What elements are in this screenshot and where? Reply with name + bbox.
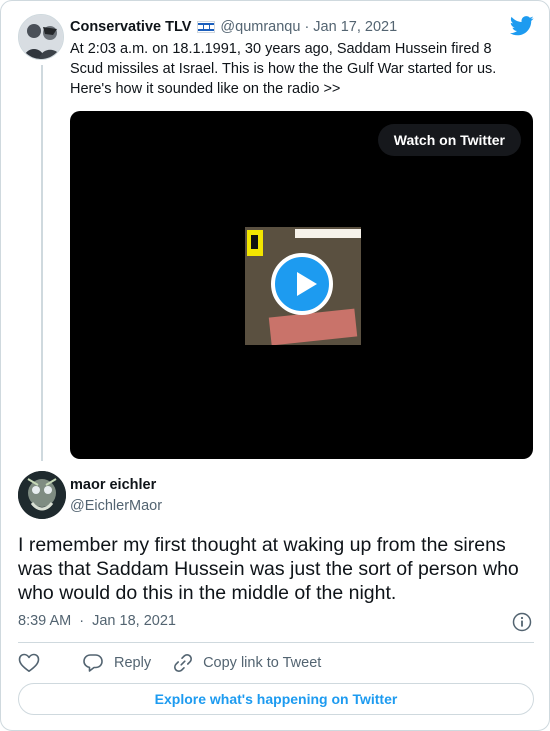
tweet-actions: Reply Copy link to Tweet — [18, 651, 321, 675]
explore-button[interactable]: Explore what's happening on Twitter — [18, 683, 534, 715]
thumbnail-banner — [295, 229, 361, 238]
reply-button[interactable]: Reply — [82, 653, 151, 673]
author-handle[interactable]: @EichlerMaor — [70, 498, 162, 514]
quoted-tweet-date[interactable]: Jan 17, 2021 — [313, 19, 397, 35]
quoted-author-name[interactable]: Conservative TLV — [70, 19, 191, 35]
author-avatar[interactable] — [18, 471, 66, 519]
quoted-author-avatar-image — [19, 15, 63, 59]
tweet-embed-card: Conservative TLV @qumranqu · Jan 17, 202… — [0, 0, 550, 731]
thumbnail-newspaper — [268, 308, 358, 345]
timestamp-separator: · — [79, 613, 85, 629]
quoted-author-handle[interactable]: @qumranqu — [220, 19, 300, 35]
israel-flag-icon — [197, 21, 216, 33]
copy-link-button[interactable]: Copy link to Tweet — [173, 653, 321, 673]
quoted-tweet-text: At 2:03 a.m. on 18.1.1991, 30 years ago,… — [70, 41, 497, 97]
reply-icon — [83, 654, 103, 672]
thumbnail-logo — [247, 230, 263, 256]
tweet-time: 8:39 AM — [18, 613, 72, 629]
like-button[interactable] — [18, 653, 50, 673]
author-name[interactable]: maor eichler — [70, 477, 156, 493]
tweet-timestamp[interactable]: 8:39 AM · Jan 18, 2021 — [18, 613, 176, 629]
tweet-text: I remember my first thought at waking up… — [18, 534, 519, 604]
info-icon[interactable] — [512, 612, 532, 632]
quoted-author-avatar[interactable] — [18, 14, 64, 60]
video-player[interactable]: Watch on Twitter — [70, 111, 533, 459]
header-separator: · — [304, 19, 310, 35]
author-avatar-image — [18, 471, 66, 519]
quoted-tweet-header: Conservative TLV @qumranqu · Jan 17, 202… — [70, 17, 397, 37]
tweet-date: Jan 18, 2021 — [92, 613, 176, 629]
link-icon — [174, 654, 193, 672]
twitter-bird-icon[interactable] — [510, 16, 534, 36]
divider — [18, 642, 534, 643]
play-icon[interactable] — [271, 253, 333, 315]
copy-link-label: Copy link to Tweet — [203, 655, 322, 671]
heart-icon — [18, 653, 40, 672]
watch-on-twitter-button[interactable]: Watch on Twitter — [377, 124, 521, 156]
thread-connector-line — [41, 65, 43, 461]
reply-label: Reply — [114, 655, 152, 671]
